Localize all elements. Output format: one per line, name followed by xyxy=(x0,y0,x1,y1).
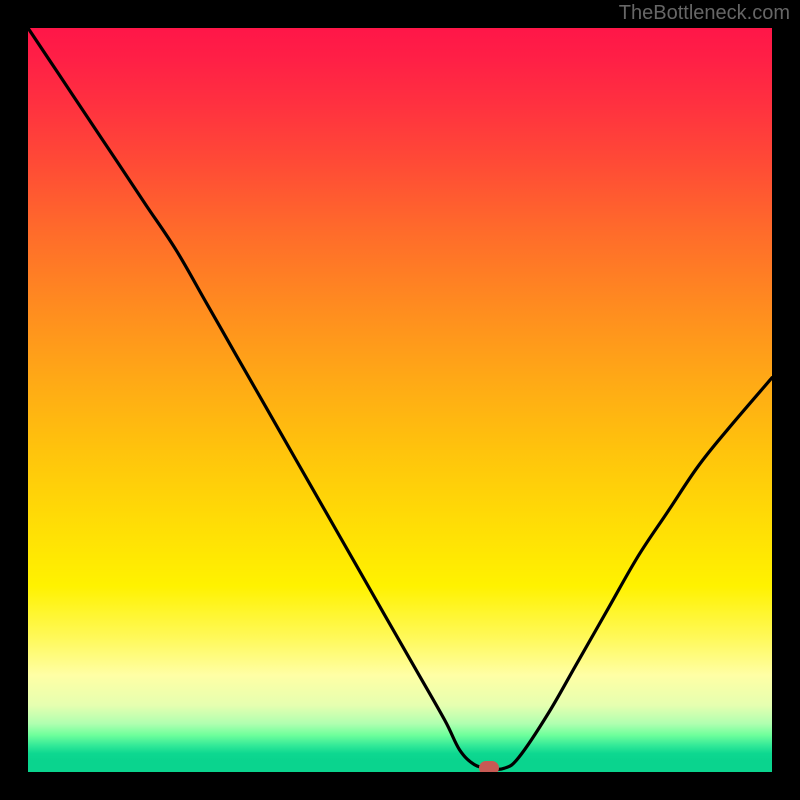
bottleneck-curve xyxy=(28,28,772,772)
watermark-text: TheBottleneck.com xyxy=(619,2,790,25)
plot-area xyxy=(28,28,772,772)
optimal-point-marker xyxy=(479,761,499,772)
chart-container: TheBottleneck.com xyxy=(0,0,800,800)
